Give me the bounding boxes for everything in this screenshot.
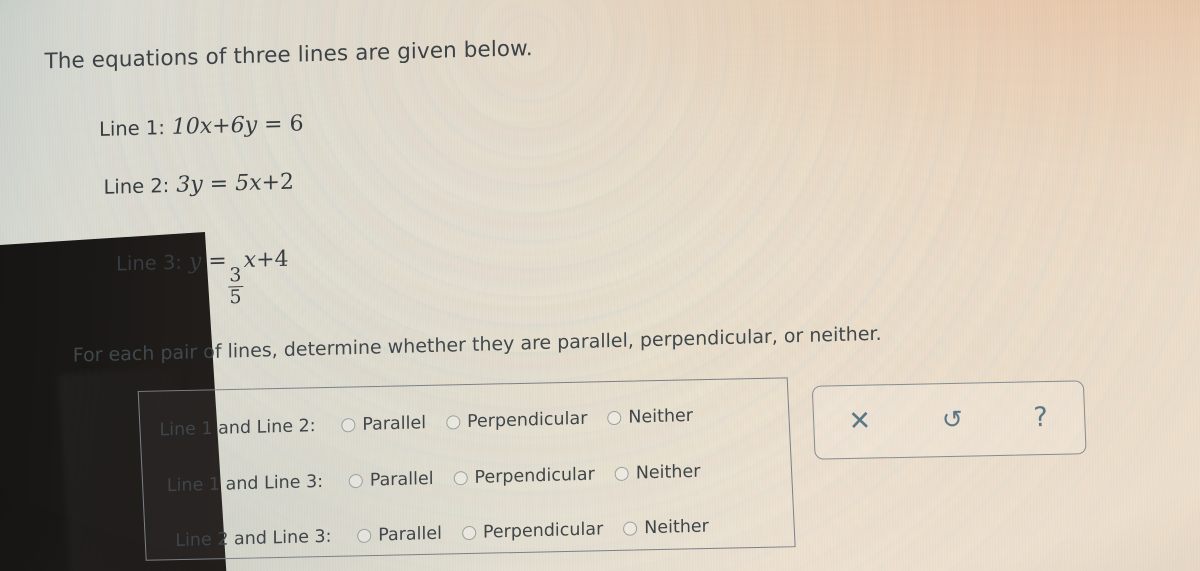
answer-row-0-option-parallel[interactable]: Parallel bbox=[341, 413, 426, 435]
answer-row-2-option-parallel[interactable]: Parallel bbox=[357, 524, 442, 546]
equation-1-equals: = bbox=[264, 111, 283, 138]
answer-row-2-option-perpendicular[interactable]: Perpendicular bbox=[461, 519, 604, 543]
radio-button-icon[interactable] bbox=[461, 525, 476, 541]
answer-row-0-option-neither[interactable]: Neither bbox=[607, 406, 693, 428]
equation-1-result: 6 bbox=[289, 111, 304, 137]
fraction-denominator: 5 bbox=[229, 286, 242, 309]
answer-row-0-option-perpendicular-label: Perpendicular bbox=[466, 408, 588, 433]
equation-1-label: Line 1: bbox=[98, 116, 165, 141]
radio-button-icon[interactable] bbox=[341, 418, 356, 433]
equation-2-label: Line 2: bbox=[103, 173, 170, 199]
answer-row-1-option-neither[interactable]: Neither bbox=[614, 461, 701, 484]
answer-row-0-option-neither-label: Neither bbox=[628, 405, 694, 428]
equation-1-lhs: 10x bbox=[171, 113, 213, 140]
equation-2-op: + bbox=[261, 170, 281, 196]
answer-row-line2-line3: Line 2 and Line 3: Parallel Perpendicula… bbox=[175, 516, 729, 551]
help-icon[interactable]: ? bbox=[1023, 399, 1059, 435]
radio-button-icon[interactable] bbox=[623, 521, 638, 536]
answer-row-line1-line2: Line 1 and Line 2: Parallel Perpendicula… bbox=[159, 405, 713, 440]
answer-row-0-option-perpendicular[interactable]: Perpendicular bbox=[446, 409, 587, 433]
answer-row-2-option-parallel-label: Parallel bbox=[378, 523, 443, 546]
answer-row-1-option-perpendicular[interactable]: Perpendicular bbox=[453, 464, 595, 489]
answer-row-2-option-neither[interactable]: Neither bbox=[623, 517, 709, 539]
answer-row-1-option-parallel-label: Parallel bbox=[369, 468, 434, 491]
answer-row-1-option-perpendicular-label: Perpendicular bbox=[474, 464, 595, 488]
answer-row-line1-line3: Line 1 and Line 3: Parallel Perpendicula… bbox=[167, 461, 721, 496]
answer-row-1-label: Line 1 and Line 3: bbox=[166, 471, 324, 497]
radio-button-icon[interactable] bbox=[607, 410, 622, 426]
answer-row-2-label: Line 2 and Line 3: bbox=[175, 526, 332, 551]
radio-button-icon[interactable] bbox=[614, 466, 629, 482]
equation-3-lhs: y bbox=[188, 249, 202, 275]
equation-3-label: Line 3: bbox=[116, 250, 182, 276]
radio-button-icon[interactable] bbox=[446, 415, 461, 430]
fraction-three-fifths: 35 bbox=[227, 263, 243, 309]
equation-3-op: + bbox=[256, 247, 275, 273]
equation-3-result: 4 bbox=[274, 246, 289, 273]
equation-2-rhs: 5x bbox=[235, 170, 262, 197]
answer-row-1-option-neither-label: Neither bbox=[635, 461, 701, 484]
radio-button-icon[interactable] bbox=[348, 473, 363, 489]
equation-3-variable: x bbox=[243, 247, 257, 274]
answer-row-1-option-parallel[interactable]: Parallel bbox=[348, 468, 434, 491]
undo-icon[interactable]: ↺ bbox=[931, 402, 973, 436]
answer-row-2-option-perpendicular-label: Perpendicular bbox=[482, 519, 604, 543]
answer-row-0-label: Line 1 and Line 2: bbox=[159, 416, 316, 441]
equation-1-op: + bbox=[212, 113, 231, 139]
screenshot-root: The equations of three lines are given b… bbox=[0, 0, 1200, 571]
fraction-numerator: 3 bbox=[229, 263, 242, 287]
radio-button-icon[interactable] bbox=[453, 471, 468, 486]
close-icon[interactable]: ✕ bbox=[838, 403, 882, 439]
equation-line-2: Line 2: 3y = 5x+2 bbox=[103, 170, 294, 200]
answer-row-0-option-parallel-label: Parallel bbox=[362, 413, 427, 435]
answer-row-2-option-neither-label: Neither bbox=[644, 516, 709, 539]
equation-line-3: Line 3: y = 3 5 x+4 bbox=[116, 247, 289, 311]
equation-2-lhs: 3y bbox=[176, 172, 203, 198]
radio-button-icon[interactable] bbox=[357, 528, 372, 544]
tool-panel-buttons: ✕ ↺ ? bbox=[812, 380, 1085, 457]
equation-3-equals: = bbox=[208, 248, 227, 274]
equation-1-rhs: 6y bbox=[230, 112, 258, 139]
answer-rows: Line 1 and Line 2: Parallel Perpendicula… bbox=[153, 375, 804, 561]
equation-2-equals: = bbox=[209, 171, 229, 197]
equation-2-result: 2 bbox=[279, 169, 295, 196]
